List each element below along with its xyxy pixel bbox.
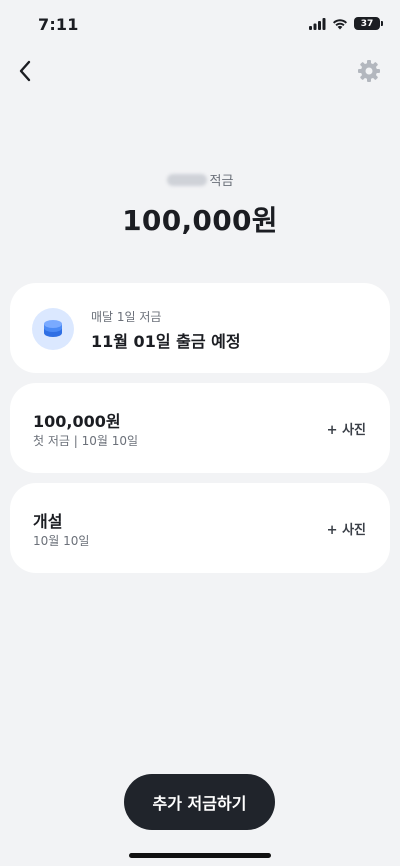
coin-stack-icon: [32, 308, 74, 350]
add-photo-button[interactable]: + 사진: [327, 419, 366, 438]
savings-name: 적금: [0, 170, 400, 189]
schedule-card[interactable]: 매달 1일 저금 11월 01일 출금 예정: [10, 283, 390, 373]
signal-icon: [309, 17, 326, 30]
history-card-first-deposit[interactable]: 100,000원 첫 저금 | 10월 10일 + 사진: [10, 383, 390, 473]
history-subtitle: 10월 10일: [33, 534, 90, 548]
status-time: 7:11: [38, 15, 79, 34]
blurred-name: [166, 173, 207, 186]
home-indicator[interactable]: [129, 853, 271, 858]
wifi-icon: [333, 18, 347, 29]
history-title: 100,000원: [33, 412, 121, 431]
back-button[interactable]: [12, 58, 38, 84]
schedule-next-date: 11월 01일 출금 예정: [91, 332, 241, 351]
gear-icon: [358, 60, 380, 82]
schedule-caption: 매달 1일 저금: [91, 310, 162, 324]
savings-amount: 100,000원: [122, 204, 278, 237]
history-subtitle: 첫 저금 | 10월 10일: [33, 434, 139, 448]
savings-name-suffix: 적금: [209, 174, 234, 189]
battery-icon: 37: [354, 17, 383, 30]
chevron-left-icon: [19, 60, 31, 82]
status-bar: 7:11 37: [0, 0, 400, 50]
history-card-opening[interactable]: 개설 10월 10일 + 사진: [10, 483, 390, 573]
add-deposit-button[interactable]: 추가 저금하기: [124, 774, 275, 830]
add-photo-button[interactable]: + 사진: [327, 519, 366, 538]
status-icons: 37: [309, 17, 383, 30]
settings-button[interactable]: [356, 58, 382, 84]
battery-level: 37: [360, 18, 374, 29]
history-title: 개설: [33, 512, 63, 531]
savings-header: 적금 100,000원: [0, 170, 400, 239]
